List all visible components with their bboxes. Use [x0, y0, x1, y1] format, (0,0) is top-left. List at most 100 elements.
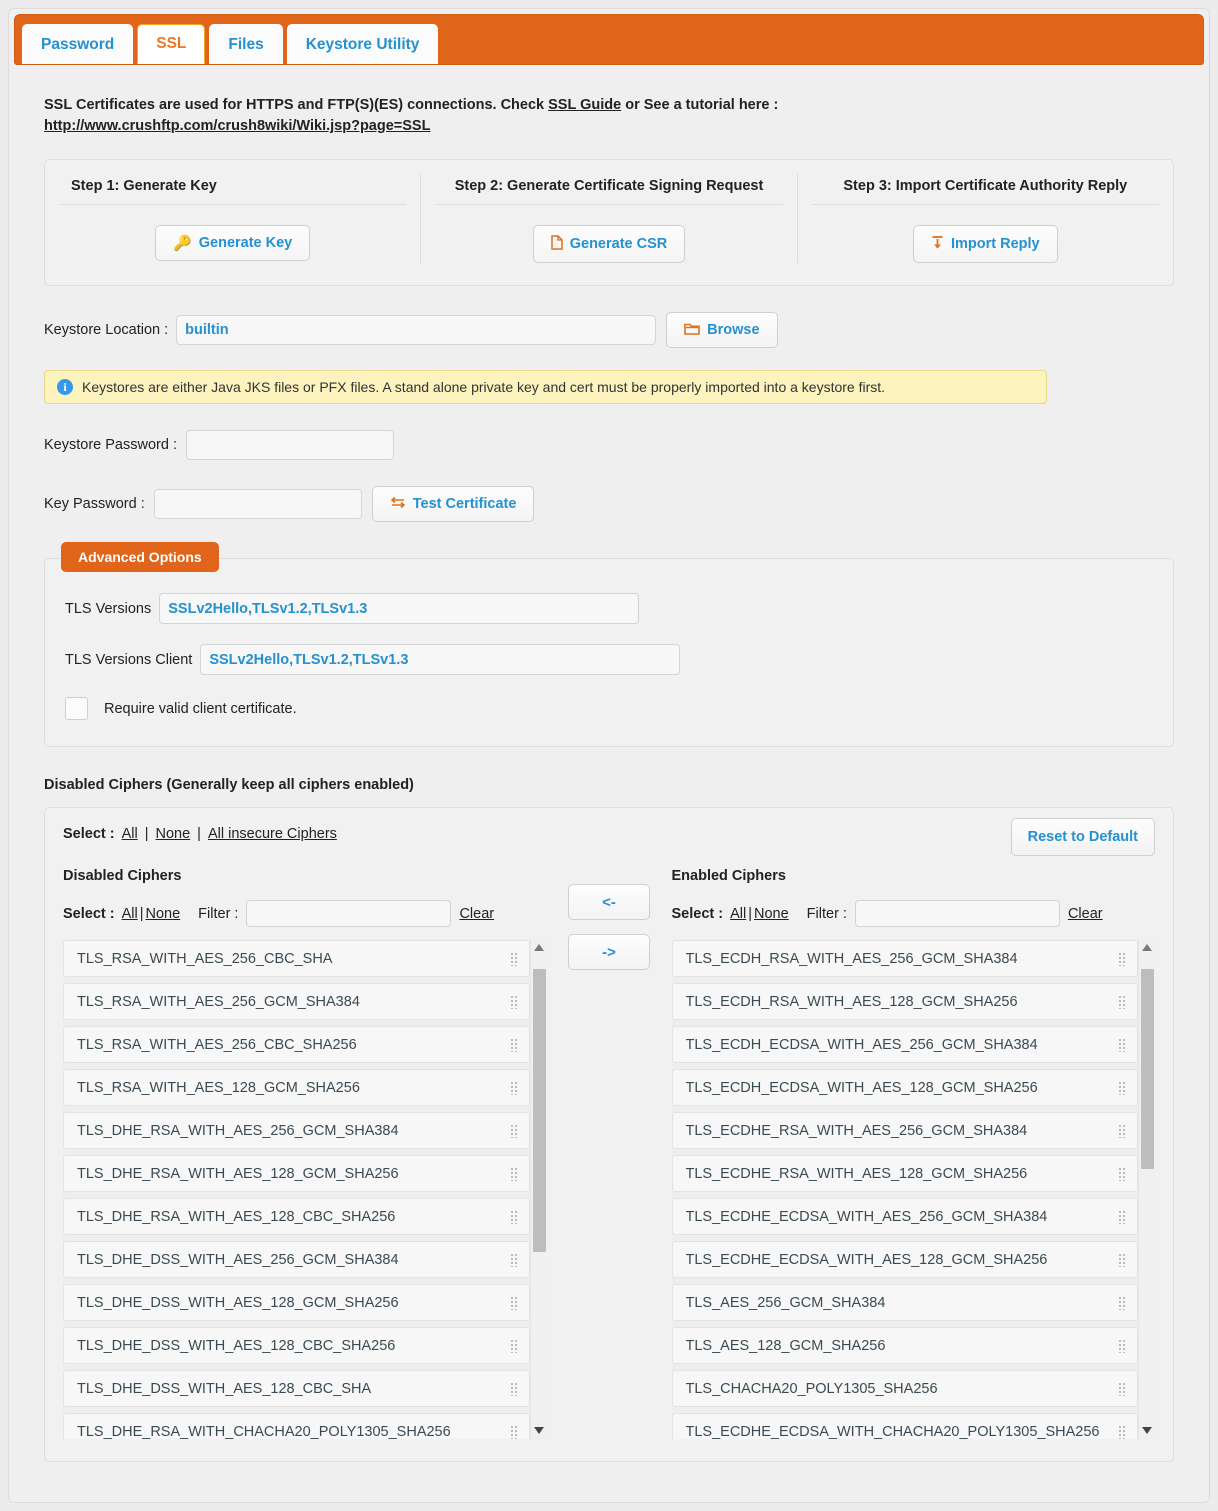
keystore-location-input[interactable]	[176, 315, 657, 345]
cipher-item[interactable]: TLS_DHE_RSA_WITH_AES_256_GCM_SHA384	[63, 1112, 530, 1149]
drag-handle-icon[interactable]	[509, 1166, 519, 1181]
tab-label: Keystore Utility	[305, 35, 420, 53]
scroll-up-arrow-icon[interactable]	[1142, 944, 1152, 951]
select-insecure-link[interactable]: All insecure Ciphers	[208, 826, 337, 842]
cipher-item[interactable]: TLS_RSA_WITH_AES_256_CBC_SHA256	[63, 1026, 530, 1063]
keystore-password-input[interactable]	[185, 430, 394, 460]
left-filter-input[interactable]	[246, 900, 452, 927]
drag-handle-icon[interactable]	[509, 1295, 519, 1310]
drag-handle-icon[interactable]	[509, 1209, 519, 1224]
tls-versions-input[interactable]	[159, 593, 640, 624]
cipher-item[interactable]: TLS_ECDH_ECDSA_WITH_AES_128_GCM_SHA256	[671, 1069, 1138, 1106]
enabled-ciphers-list[interactable]: TLS_ECDH_RSA_WITH_AES_256_GCM_SHA384 TLS_…	[671, 939, 1138, 1439]
cipher-item[interactable]: TLS_ECDH_RSA_WITH_AES_128_GCM_SHA256	[671, 983, 1138, 1020]
generate-key-button[interactable]: 🔑 Generate Key	[155, 225, 311, 261]
tab-ssl[interactable]: SSL	[137, 24, 206, 64]
ssl-guide-link[interactable]: SSL Guide	[548, 97, 621, 113]
drag-handle-icon[interactable]	[1118, 1424, 1127, 1439]
left-clear-link[interactable]: Clear	[459, 906, 494, 922]
cipher-item[interactable]: TLS_ECDHE_RSA_WITH_AES_128_GCM_SHA256	[671, 1155, 1138, 1192]
reset-to-default-button[interactable]: Reset to Default	[1010, 818, 1155, 856]
generate-csr-label: Generate CSR	[569, 236, 668, 252]
drag-handle-icon[interactable]	[1118, 1338, 1127, 1353]
drag-handle-icon[interactable]	[509, 1381, 519, 1396]
move-left-button[interactable]: <-	[568, 884, 650, 920]
left-select-all-link[interactable]: All	[122, 906, 138, 922]
drag-handle-icon[interactable]	[509, 951, 519, 966]
tls-versions-client-input[interactable]	[200, 644, 681, 675]
drag-handle-icon[interactable]	[1118, 1252, 1127, 1267]
scrollbar-thumb[interactable]	[532, 969, 546, 1252]
cipher-item[interactable]: TLS_ECDHE_ECDSA_WITH_AES_128_GCM_SHA256	[671, 1241, 1138, 1278]
drag-handle-icon[interactable]	[509, 994, 519, 1009]
cipher-item[interactable]: TLS_AES_256_GCM_SHA384	[671, 1284, 1138, 1321]
generate-csr-button[interactable]: Generate CSR	[532, 225, 686, 263]
step-2-title: Step 2: Generate Certificate Signing Req…	[435, 174, 783, 205]
disabled-ciphers-scrollbar[interactable]	[529, 939, 547, 1439]
cipher-item-label: TLS_CHACHA20_POLY1305_SHA256	[685, 1380, 938, 1397]
cipher-item[interactable]: TLS_DHE_RSA_WITH_AES_128_GCM_SHA256	[63, 1155, 530, 1192]
drag-handle-icon[interactable]	[1118, 1166, 1127, 1181]
drag-handle-icon[interactable]	[1118, 1080, 1127, 1095]
drag-handle-icon[interactable]	[1118, 1123, 1127, 1138]
scroll-down-arrow-icon[interactable]	[533, 1427, 544, 1434]
cipher-item[interactable]: TLS_DHE_DSS_WITH_AES_128_CBC_SHA256	[63, 1327, 530, 1364]
cipher-item[interactable]: TLS_RSA_WITH_AES_256_GCM_SHA384	[63, 983, 530, 1020]
cipher-item-label: TLS_ECDH_RSA_WITH_AES_128_GCM_SHA256	[685, 993, 1018, 1010]
scroll-up-arrow-icon[interactable]	[533, 944, 544, 951]
cipher-item[interactable]: TLS_ECDHE_ECDSA_WITH_AES_256_GCM_SHA384	[671, 1198, 1138, 1235]
cipher-item[interactable]: TLS_AES_128_GCM_SHA256	[671, 1327, 1138, 1364]
drag-handle-icon[interactable]	[509, 1123, 519, 1138]
cipher-item[interactable]: TLS_ECDHE_ECDSA_WITH_CHACHA20_POLY1305_S…	[671, 1413, 1138, 1439]
scroll-down-arrow-icon[interactable]	[1142, 1427, 1152, 1434]
browse-button[interactable]: Browse	[666, 312, 778, 348]
advanced-options-tab[interactable]: Advanced Options	[61, 542, 219, 572]
cipher-item[interactable]: TLS_RSA_WITH_AES_128_GCM_SHA256	[63, 1069, 530, 1106]
steps-panel: Step 1: Generate Key 🔑 Generate Key Step…	[44, 159, 1174, 286]
cipher-item[interactable]: TLS_DHE_DSS_WITH_AES_128_CBC_SHA	[63, 1370, 530, 1407]
right-clear-link[interactable]: Clear	[1068, 906, 1103, 922]
cipher-item-label: TLS_RSA_WITH_AES_256_CBC_SHA	[77, 950, 333, 967]
cipher-item[interactable]: TLS_DHE_RSA_WITH_AES_128_CBC_SHA256	[63, 1198, 530, 1235]
left-select-none-link[interactable]: None	[146, 906, 181, 922]
right-filter-input[interactable]	[854, 900, 1060, 927]
cipher-item[interactable]: TLS_RSA_WITH_AES_256_CBC_SHA	[63, 940, 530, 977]
tab-files[interactable]: Files	[209, 24, 283, 64]
tab-keystore-utility[interactable]: Keystore Utility	[286, 24, 439, 64]
tab-password[interactable]: Password	[22, 24, 134, 64]
drag-handle-icon[interactable]	[1118, 951, 1127, 966]
key-password-input[interactable]	[153, 489, 362, 519]
cipher-item[interactable]: TLS_DHE_RSA_WITH_CHACHA20_POLY1305_SHA25…	[63, 1413, 530, 1439]
select-none-link[interactable]: None	[156, 826, 191, 842]
import-reply-button[interactable]: Import Reply	[913, 225, 1058, 263]
drag-handle-icon[interactable]	[509, 1037, 519, 1052]
drag-handle-icon[interactable]	[1118, 1037, 1127, 1052]
cipher-item[interactable]: TLS_DHE_DSS_WITH_AES_256_GCM_SHA384	[63, 1241, 530, 1278]
cipher-item-label: TLS_AES_128_GCM_SHA256	[685, 1337, 886, 1354]
cipher-item[interactable]: TLS_CHACHA20_POLY1305_SHA256	[671, 1370, 1138, 1407]
select-all-link[interactable]: All	[122, 826, 138, 842]
drag-handle-icon[interactable]	[509, 1424, 519, 1439]
cipher-item[interactable]: TLS_ECDH_RSA_WITH_AES_256_GCM_SHA384	[671, 940, 1138, 977]
right-select-none-link[interactable]: None	[754, 906, 789, 922]
cipher-item-label: TLS_DHE_DSS_WITH_AES_128_GCM_SHA256	[77, 1294, 399, 1311]
disabled-ciphers-list[interactable]: TLS_RSA_WITH_AES_256_CBC_SHA TLS_RSA_WITH…	[63, 939, 530, 1439]
right-select-all-link[interactable]: All	[730, 906, 746, 922]
advanced-options-panel: Advanced Options TLS Versions TLS Versio…	[44, 542, 1174, 747]
move-right-button[interactable]: ->	[568, 934, 650, 970]
enabled-ciphers-scrollbar[interactable]	[1138, 939, 1155, 1439]
drag-handle-icon[interactable]	[509, 1252, 519, 1267]
test-certificate-button[interactable]: Test Certificate	[371, 486, 535, 522]
cipher-item[interactable]: TLS_DHE_DSS_WITH_AES_128_GCM_SHA256	[63, 1284, 530, 1321]
drag-handle-icon[interactable]	[509, 1080, 519, 1095]
wiki-url-link[interactable]: http://www.crushftp.com/crush8wiki/Wiki.…	[44, 118, 430, 134]
cipher-item[interactable]: TLS_ECDH_ECDSA_WITH_AES_256_GCM_SHA384	[671, 1026, 1138, 1063]
drag-handle-icon[interactable]	[1118, 1295, 1127, 1310]
drag-handle-icon[interactable]	[1118, 1381, 1127, 1396]
drag-handle-icon[interactable]	[509, 1338, 519, 1353]
drag-handle-icon[interactable]	[1118, 994, 1127, 1009]
drag-handle-icon[interactable]	[1118, 1209, 1127, 1224]
require-client-cert-checkbox[interactable]	[65, 697, 88, 720]
cipher-item[interactable]: TLS_ECDHE_RSA_WITH_AES_256_GCM_SHA384	[671, 1112, 1138, 1149]
scrollbar-thumb[interactable]	[1141, 969, 1154, 1169]
